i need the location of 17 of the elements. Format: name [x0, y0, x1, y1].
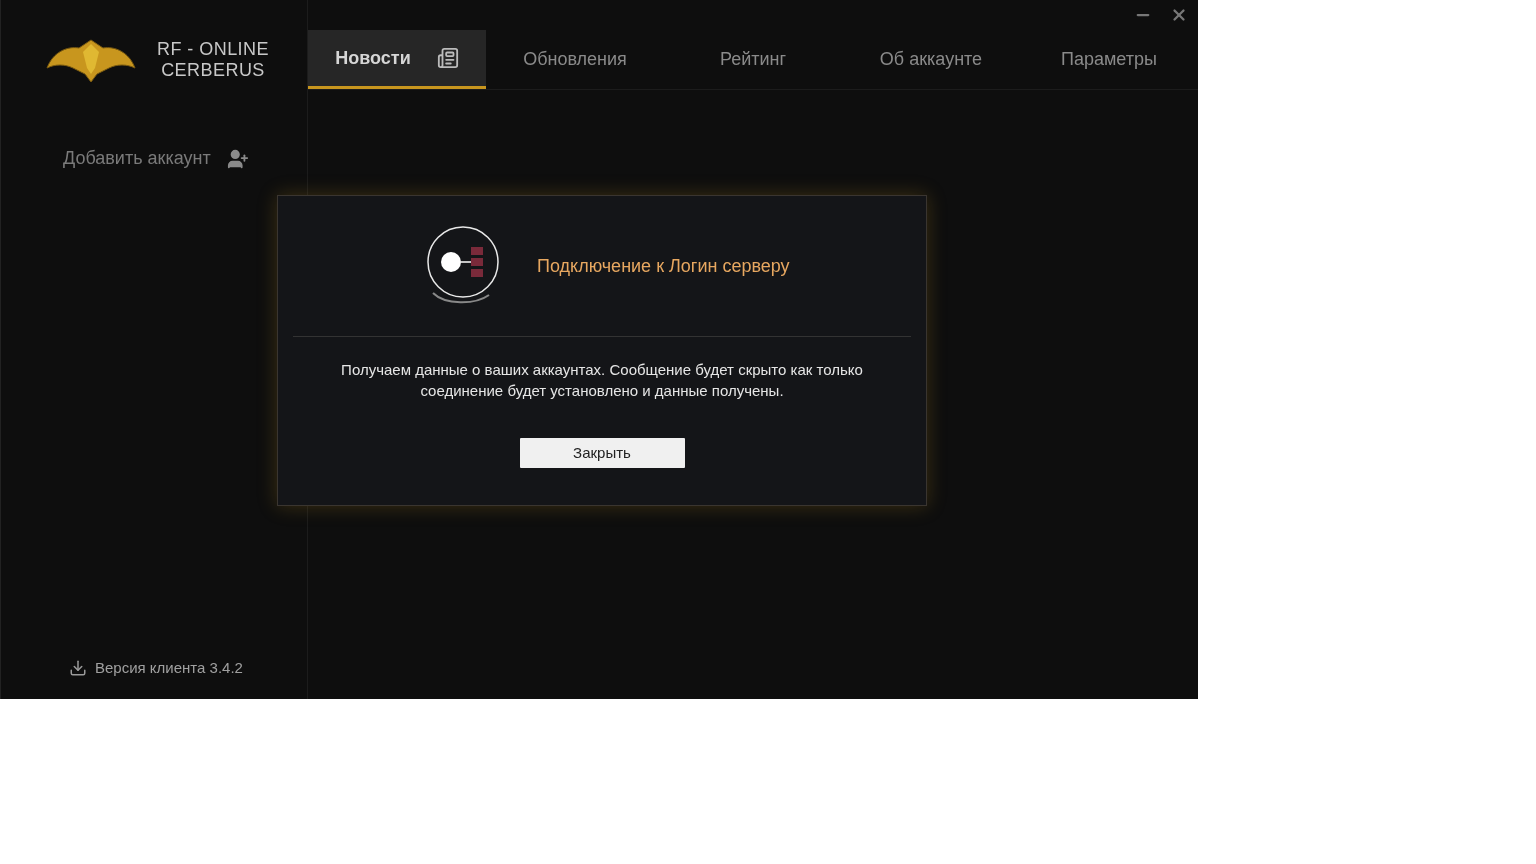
newspaper-icon: [436, 47, 459, 69]
close-icon[interactable]: [1170, 6, 1188, 24]
dialog-title: Подключение к Логин серверу: [537, 254, 790, 278]
logo-text: CERBERUS: [161, 60, 265, 81]
add-account-label: Добавить аккаунт: [63, 147, 211, 170]
nav-tab[interactable]: Новости: [308, 30, 486, 89]
dragon-logo-icon: [45, 38, 137, 82]
nav-tab[interactable]: Рейтинг: [664, 30, 842, 89]
nav-tab[interactable]: Об аккаунте: [842, 30, 1020, 89]
download-icon: [69, 658, 87, 677]
close-button[interactable]: Закрыть: [519, 438, 685, 468]
logo-text: RF - ONLINE: [157, 39, 269, 60]
nav-tab[interactable]: Параметры: [1020, 30, 1198, 89]
client-version: Версия клиента 3.4.2: [95, 657, 243, 678]
nav-tab[interactable]: Обновления: [486, 30, 664, 89]
add-user-icon[interactable]: [226, 147, 249, 170]
dialog-message: Получаем данные о ваших аккаунтах. Сообщение будет скрыто как только соединение будет установлено и данные получены.: [340, 360, 864, 401]
